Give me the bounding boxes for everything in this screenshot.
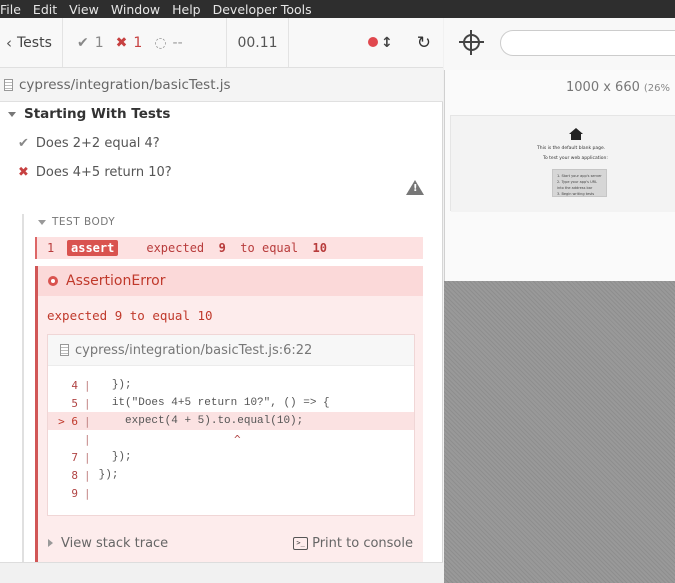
menu-help[interactable]: Help [172,2,207,17]
code-line: 9 | [71,486,91,500]
spec-path[interactable]: cypress/integration/basicTest.js [19,77,231,93]
spec-path-bar: cypress/integration/basicTest.js [0,68,443,102]
preview-header [444,18,675,70]
test-title: Does 4+5 return 10? [35,165,172,180]
suite-title[interactable]: Starting With Tests [8,106,170,122]
collapse-icon [8,111,16,117]
tests-button[interactable]: ‹ Tests [0,18,63,67]
passed-stat: ✔ 1 [77,35,104,51]
aut-step: 3. Begin writing tests [557,192,595,196]
command-number: 1 [47,241,55,255]
home-icon [569,128,583,140]
error-message: expected 9 to equal 10 [47,308,213,323]
error-panel: AssertionError expected 9 to equal 10 cy… [35,266,423,562]
code-frame-location[interactable]: cypress/integration/basicTest.js:6:22 [75,343,312,358]
menu-developer-tools[interactable]: Developer Tools [213,2,318,17]
error-header: AssertionError [38,266,423,296]
terminal-icon: >_ [293,536,309,550]
test-title: Does 2+2 equal 4? [35,136,160,151]
record-icon [368,36,379,47]
view-stack-trace-button[interactable]: View stack trace [48,536,168,551]
command-name: assert [67,240,119,256]
test-row-passed[interactable]: ✔ Does 2+2 equal 4? [18,136,160,151]
print-to-console-button[interactable]: >_ Print to console [293,536,413,551]
test-stats: ✔ 1 ✖ 1 ◌ -- [63,18,227,67]
expand-icon [48,538,53,547]
reporter-panel: ‹ Tests ✔ 1 ✖ 1 ◌ -- 00.11 ↕ ↻ cypress/i… [0,18,443,583]
code-frame-header: cypress/integration/basicTest.js:6:22 [48,335,414,366]
reporter-controls: ↕ ↻ [289,18,443,67]
crosshair-icon[interactable] [459,30,484,55]
viewport-info: 1000 x 660 (26% [566,80,670,95]
menu-bar: File Edit View Window Help Developer Too… [0,0,675,18]
failed-stat: ✖ 1 [116,35,143,51]
tests-label: Tests [17,34,52,51]
code-frame: cypress/integration/basicTest.js:6:22 4 |… [47,334,415,516]
error-name: AssertionError [66,273,166,289]
error-footer: View stack trace >_ Print to console [38,528,423,558]
failed-count: 1 [133,34,143,51]
warning-icon [406,180,424,195]
app-preview-pane: 1000 x 660 (26% This is the default blank… [444,18,675,583]
test-body-label: TEST BODY [52,216,116,228]
aut-page: This is the default blank page. To test … [451,116,675,212]
msg-prefix: expected [146,241,205,255]
auto-scroll-toggle[interactable]: ↕ [368,35,393,51]
code-line-highlighted: > 6 | expect(4 + 5).to.equal(10); [48,412,414,430]
reload-icon[interactable]: ↻ [417,33,431,53]
msg-mid: to equal [240,241,299,255]
menu-edit[interactable]: Edit [33,2,63,17]
viewport-size: 1000 x 660 [566,80,640,95]
aut-line1: This is the default blank page. [537,146,606,151]
code-line: | ^ [84,432,241,446]
reporter-footer [0,562,443,583]
error-icon [48,276,58,286]
aut-iframe[interactable]: This is the default blank page. To test … [450,115,675,212]
code-line: 4 | }); [71,378,132,392]
reporter-header: ‹ Tests ✔ 1 ✖ 1 ◌ -- 00.11 ↕ ↻ [0,18,443,68]
test-row-failed[interactable]: ✖ Does 4+5 return 10? [18,165,172,180]
aut-line2: To test your web application: [543,156,608,161]
collapse-icon [38,219,46,225]
duration: 00.11 [227,18,289,67]
msg-expected: 9 [218,241,226,255]
code-line: 7 | }); [71,450,132,464]
file-icon [4,78,13,91]
menu-file[interactable]: File [0,2,27,17]
test-divider [22,214,24,582]
updown-icon: ↕ [381,34,393,51]
url-input[interactable] [500,30,675,56]
code-line: 5 | it("Does 4+5 return 10?", () => { [71,396,330,410]
spinner-icon: ◌ [154,34,167,51]
pending-count: -- [172,34,183,51]
menu-window[interactable]: Window [111,2,166,17]
viewport-zoom: (26% [643,83,670,94]
error-caret: ^ [234,432,241,446]
menu-view[interactable]: View [69,2,105,17]
passed-count: 1 [94,34,104,51]
aut-steps: 1. Start your app's server 2. Type your … [552,169,607,197]
msg-actual: 10 [312,241,327,255]
command-row[interactable]: 1 assert expected 9 to equal 10 [35,237,423,259]
check-icon: ✔ [18,136,29,151]
command-message: expected 9 to equal 10 [146,241,327,255]
x-icon: ✖ [18,165,29,180]
preview-background [444,281,675,583]
aut-step: 2. Type your app's URL into the address … [557,180,598,190]
suite-title-label: Starting With Tests [24,106,171,122]
code-line: 8 |}); [71,468,119,482]
check-icon: ✔ [77,34,89,51]
pending-stat: ◌ -- [154,35,182,51]
file-icon [60,344,69,356]
chevron-left-icon: ‹ [6,33,12,52]
test-body-header[interactable]: TEST BODY [38,216,115,228]
x-icon: ✖ [115,34,128,51]
